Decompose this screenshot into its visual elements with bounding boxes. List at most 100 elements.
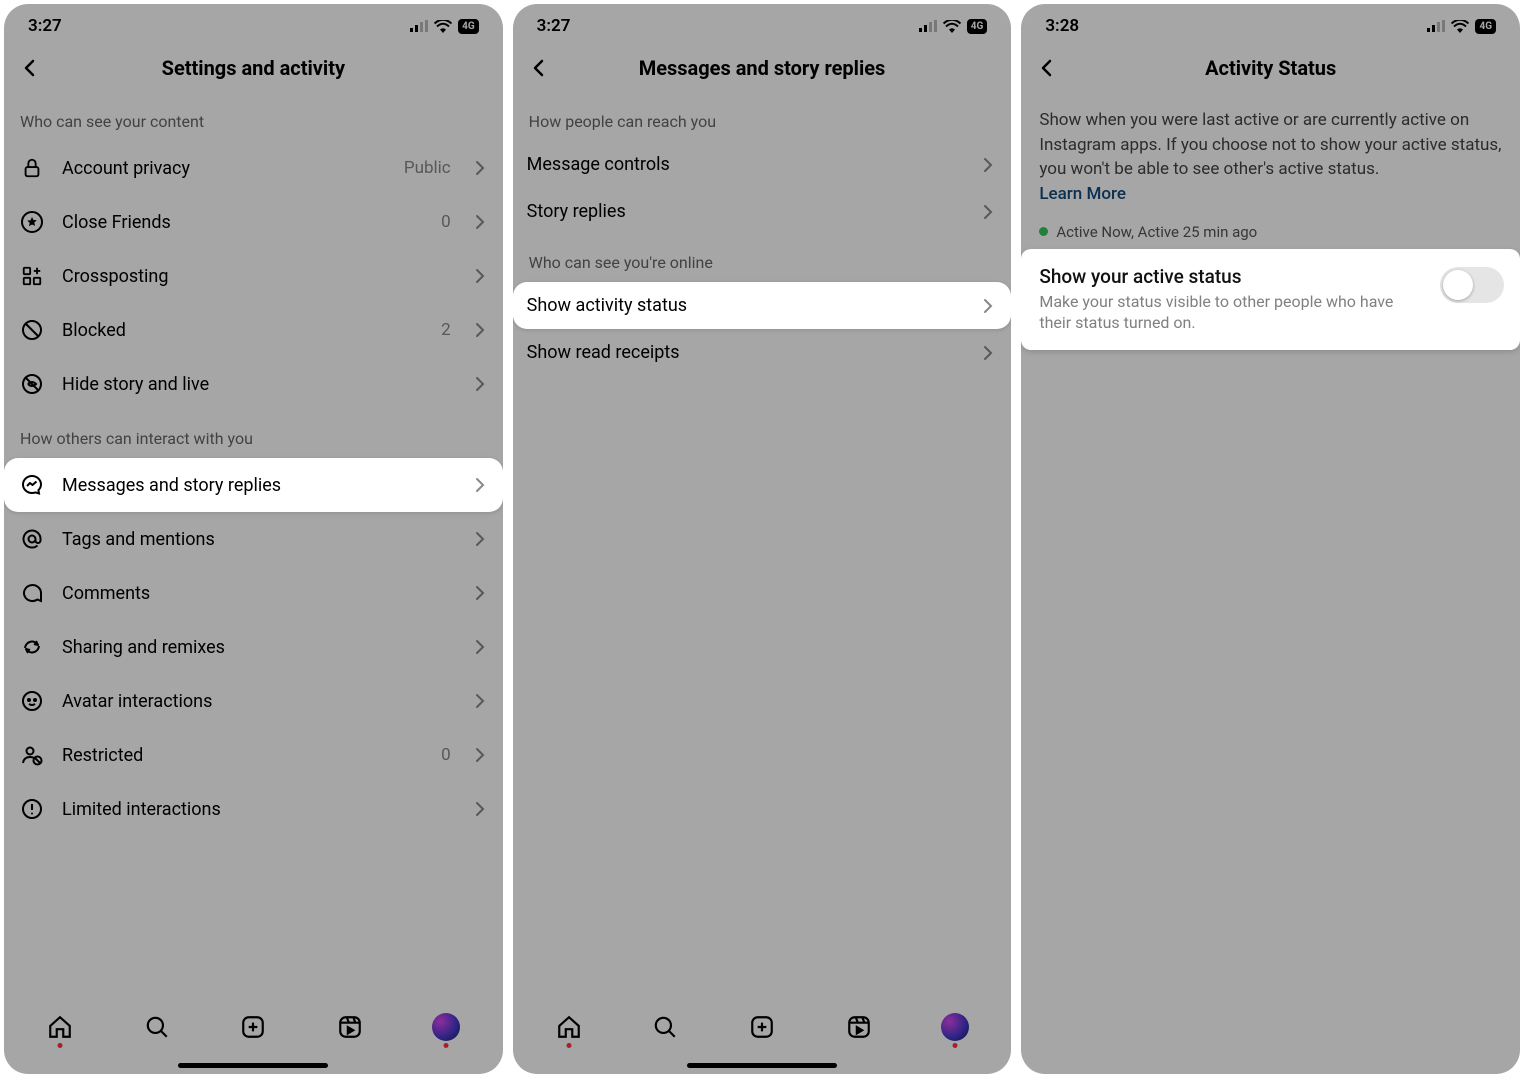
row-hide-story[interactable]: Hide story and live [4, 357, 503, 411]
row-trailing: 2 [441, 320, 451, 340]
page-title: Activity Status [1205, 56, 1336, 80]
status-bar: 3:27 4G [4, 4, 503, 42]
section-interact: How others can interact with you [4, 411, 503, 458]
chevron-right-icon [471, 584, 489, 602]
home-indicator[interactable] [513, 1056, 1012, 1074]
toggle-switch[interactable] [1440, 267, 1504, 303]
row-show-active-status[interactable]: Show your active status Make your status… [1021, 249, 1520, 350]
notification-dot-icon [444, 1043, 449, 1048]
remix-icon [18, 633, 46, 661]
row-label: Limited interactions [62, 799, 455, 820]
chevron-right-icon [471, 530, 489, 548]
status-icons: 4G [410, 19, 479, 34]
toggle-title: Show your active status [1039, 265, 1426, 288]
tab-reels[interactable] [844, 1012, 874, 1042]
page-title: Messages and story replies [639, 56, 886, 80]
row-comments[interactable]: Comments [4, 566, 503, 620]
tab-create[interactable] [238, 1012, 268, 1042]
row-message-controls[interactable]: Message controls [513, 141, 1012, 188]
row-trailing: Public [404, 158, 451, 178]
section-reach: How people can reach you [513, 94, 1012, 141]
network-badge: 4G [1475, 19, 1496, 34]
wifi-icon [434, 20, 452, 33]
row-trailing: 0 [441, 212, 451, 232]
row-messages-story-replies[interactable]: Messages and story replies [4, 458, 503, 512]
cell-signal-icon [410, 20, 428, 32]
row-crossposting[interactable]: Crossposting [4, 249, 503, 303]
tab-home[interactable] [554, 1012, 584, 1042]
notification-dot-icon [566, 1043, 571, 1048]
description-text: Show when you were last active or are cu… [1039, 110, 1501, 179]
chevron-right-icon [471, 800, 489, 818]
grid-plus-icon [18, 262, 46, 290]
chevron-right-icon [979, 297, 997, 315]
chevron-right-icon [471, 213, 489, 231]
row-show-read-receipts[interactable]: Show read receipts [513, 329, 1012, 376]
wifi-icon [1451, 20, 1469, 33]
row-account-privacy[interactable]: Account privacy Public [4, 141, 503, 195]
activity-content: Show when you were last active or are cu… [1021, 94, 1520, 584]
status-bar: 3:27 4G [513, 4, 1012, 42]
row-tags-mentions[interactable]: Tags and mentions [4, 512, 503, 566]
back-button[interactable] [1031, 52, 1063, 84]
notification-dot-icon [953, 1043, 958, 1048]
network-badge: 4G [458, 19, 479, 34]
tab-profile[interactable] [431, 1012, 461, 1042]
row-label: Crossposting [62, 266, 455, 287]
row-close-friends[interactable]: Close Friends 0 [4, 195, 503, 249]
chevron-right-icon [979, 203, 997, 221]
tab-create[interactable] [747, 1012, 777, 1042]
row-label: Avatar interactions [62, 691, 455, 712]
messenger-icon [18, 471, 46, 499]
learn-more-link[interactable]: Learn More [1039, 184, 1126, 204]
network-badge: 4G [967, 19, 988, 34]
toggle-knob-icon [1443, 270, 1473, 300]
row-label: Restricted [62, 745, 425, 766]
chevron-right-icon [471, 746, 489, 764]
chevron-right-icon [471, 375, 489, 393]
chevron-right-icon [471, 692, 489, 710]
tab-bar [4, 998, 503, 1056]
chevron-right-icon [979, 344, 997, 362]
back-button[interactable] [523, 52, 555, 84]
tab-search[interactable] [650, 1012, 680, 1042]
exclamation-circle-icon [18, 795, 46, 823]
chevron-right-icon [471, 267, 489, 285]
status-bar: 3:28 4G [1021, 4, 1520, 42]
chevron-right-icon [471, 321, 489, 339]
row-avatar-interactions[interactable]: Avatar interactions [4, 674, 503, 728]
tab-reels[interactable] [335, 1012, 365, 1042]
row-sharing-remixes[interactable]: Sharing and remixes [4, 620, 503, 674]
back-button[interactable] [14, 52, 46, 84]
status-time: 3:27 [28, 16, 62, 36]
status-icons: 4G [919, 19, 988, 34]
tab-profile[interactable] [940, 1012, 970, 1042]
row-label: Messages and story replies [62, 475, 455, 496]
screen-settings-activity: 3:27 4G Settings and activity Who can se… [4, 4, 503, 1074]
screen-messages-story-replies: 3:27 4G Messages and story replies How p… [513, 4, 1012, 1074]
row-show-activity-status[interactable]: Show activity status [513, 282, 1012, 329]
section-online: Who can see you're online [513, 235, 1012, 282]
tab-search[interactable] [142, 1012, 172, 1042]
row-restricted[interactable]: Restricted 0 [4, 728, 503, 782]
home-indicator[interactable] [4, 1056, 503, 1074]
nav-header: Messages and story replies [513, 42, 1012, 94]
screen-activity-status: 3:28 4G Activity Status Show when you we… [1021, 4, 1520, 1074]
status-time: 3:27 [537, 16, 571, 36]
row-label: Tags and mentions [62, 529, 455, 550]
toggle-subtitle: Make your status visible to other people… [1039, 291, 1426, 334]
row-label: Hide story and live [62, 374, 455, 395]
cell-signal-icon [919, 20, 937, 32]
settings-content: Who can see your content Account privacy… [4, 94, 503, 998]
tab-home[interactable] [45, 1012, 75, 1042]
lock-icon [18, 154, 46, 182]
row-limited-interactions[interactable]: Limited interactions [4, 782, 503, 836]
row-story-replies[interactable]: Story replies [513, 188, 1012, 235]
hide-icon [18, 370, 46, 398]
row-blocked[interactable]: Blocked 2 [4, 303, 503, 357]
at-icon [18, 525, 46, 553]
row-label: Close Friends [62, 212, 425, 233]
nav-header: Settings and activity [4, 42, 503, 94]
status-time: 3:28 [1045, 16, 1079, 36]
row-label: Blocked [62, 320, 425, 341]
